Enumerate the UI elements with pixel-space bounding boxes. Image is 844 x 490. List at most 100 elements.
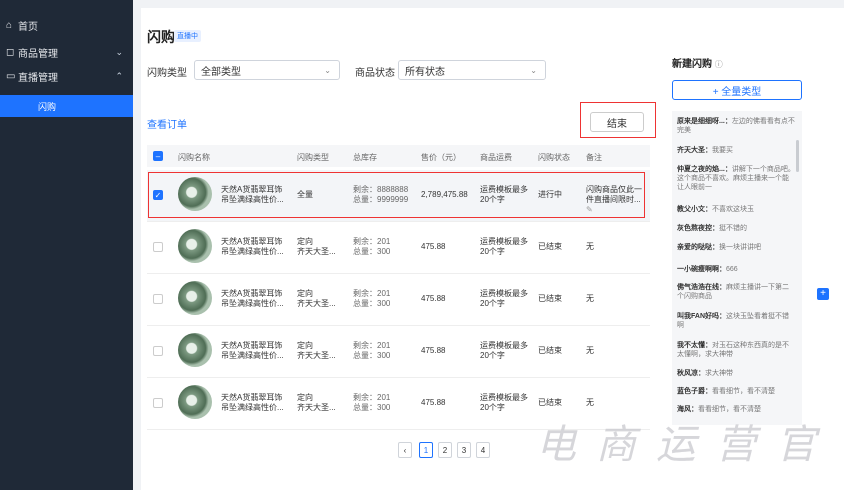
comment-text: 666 — [726, 266, 738, 273]
shipping-line2: 20个字 — [480, 351, 505, 360]
flash-type-line2: 齐天大圣... — [297, 247, 336, 256]
sidebar-item-home[interactable]: ⌂ 首页 — [0, 15, 133, 35]
row-checkbox[interactable] — [153, 294, 163, 304]
stock-remaining: 剩余：201 — [353, 237, 391, 246]
row-checkbox[interactable] — [153, 242, 163, 252]
chevron-down-icon: ⌄ — [530, 65, 537, 75]
product-name-line2: 吊坠满绿高性价... — [221, 299, 284, 308]
price-cell: 475.88 — [421, 242, 446, 251]
sidebar-item-products[interactable]: ◻ 商品管理 ⌄ — [0, 42, 133, 62]
comment-item: 亲爱的哒哒：换一块讲讲吧 — [677, 243, 795, 252]
shipping-line1: 运费模板最多 — [480, 393, 528, 402]
live-status-badge: 直播中 — [174, 30, 201, 42]
product-name[interactable]: 天然A货翡翠耳饰 吊坠满绿高性价... — [221, 341, 284, 361]
product-name[interactable]: 天然A货翡翠耳饰 吊坠满绿高性价... — [221, 289, 284, 309]
comment-item: 一小碗瘦啊啊：666 — [677, 265, 795, 274]
shipping-line1: 运费模板最多 — [480, 289, 528, 298]
comment-user: 齐天大圣： — [677, 147, 712, 154]
product-name-line2: 吊坠满绿高性价... — [221, 351, 284, 360]
selected-row-highlight — [148, 172, 645, 218]
comment-item: 齐天大圣：我要买 — [677, 146, 795, 155]
row-checkbox[interactable] — [153, 346, 163, 356]
end-button[interactable]: 结束 — [590, 112, 644, 132]
home-icon: ⌂ — [6, 19, 13, 31]
sidebar: ⌂ 首页 ◻ 商品管理 ⌄ ▭ 直播管理 ⌃ 闪购 — [0, 0, 133, 490]
product-thumbnail — [178, 333, 212, 367]
price-cell: 475.88 — [421, 346, 446, 355]
product-name-line2: 吊坠满绿高性价... — [221, 403, 284, 412]
new-flash-sale-title: 新建闪购 ⓘ — [672, 55, 723, 70]
row-checkbox[interactable] — [153, 398, 163, 408]
column-header-shipping: 商品运费 — [480, 153, 512, 162]
product-thumbnail — [178, 281, 212, 315]
product-thumbnail — [178, 229, 212, 263]
page-button-2[interactable]: 2 — [438, 442, 452, 458]
comment-user: 教父小文： — [677, 206, 712, 213]
comment-item: 蓝色子爵：看看细节，看不清楚 — [677, 387, 795, 396]
shipping-line1: 运费模板最多 — [480, 341, 528, 350]
flash-type-cell: 定向 齐天大圣... — [297, 289, 336, 309]
column-header-status: 闪购状态 — [538, 153, 570, 162]
stock-cell: 剩余：201 总量：300 — [353, 237, 390, 257]
shipping-line2: 20个字 — [480, 247, 505, 256]
chevron-down-icon: ⌄ — [115, 46, 123, 57]
flash-type-cell: 定向 齐天大圣... — [297, 341, 336, 361]
flash-type-line2: 齐天大圣... — [297, 299, 336, 308]
chevron-left-icon: ‹ — [403, 445, 407, 455]
sidebar-subitem-flash-sale[interactable]: 闪购 — [0, 95, 133, 117]
product-name[interactable]: 天然A货翡翠耳饰 吊坠满绿高性价... — [221, 393, 284, 413]
product-name[interactable]: 天然A货翡翠耳饰 吊坠满绿高性价... — [221, 237, 284, 257]
product-name-line1: 天然A货翡翠耳饰 — [221, 237, 283, 246]
sidebar-item-label: 首页 — [18, 21, 38, 33]
shipping-line1: 运费模板最多 — [480, 237, 528, 246]
stock-total: 总量：300 — [353, 403, 391, 412]
shopping-bag-icon: ◻ — [6, 46, 15, 58]
comment-text: 我要买 — [712, 147, 733, 154]
stock-remaining: 剩余：201 — [353, 393, 391, 402]
stock-remaining: 剩余：201 — [353, 289, 391, 298]
comment-item: 佛气浩浩在线：麻烦主播讲一下第二个闪购商品 — [677, 283, 795, 301]
comment-text: 看看细节，看不清楚 — [712, 388, 775, 395]
product-status-select[interactable]: 所有状态 ⌄ — [398, 60, 546, 80]
page-button-4[interactable]: 4 — [476, 442, 490, 458]
product-thumbnail — [178, 385, 212, 419]
flash-type-value: 全部类型 — [201, 66, 241, 78]
flash-type-line1: 定向 — [297, 237, 313, 246]
select-all-checkbox[interactable]: – — [153, 151, 163, 161]
status-cell: 已结束 — [538, 346, 562, 355]
add-icon[interactable]: + — [817, 288, 829, 300]
note-line1: 无 — [586, 346, 594, 355]
status-cell: 已结束 — [538, 398, 562, 407]
stock-total: 总量：300 — [353, 299, 391, 308]
note-cell: 无 — [586, 398, 644, 408]
view-orders-link[interactable]: 查看订单 — [147, 116, 187, 131]
add-full-type-button[interactable]: + 全量类型 — [672, 80, 802, 100]
comment-item: 叫我FAN好吗：这块玉坠看着挺不错啊 — [677, 312, 795, 330]
product-name-line1: 天然A货翡翠耳饰 — [221, 289, 283, 298]
price-cell: 475.88 — [421, 398, 446, 407]
flash-type-line1: 定向 — [297, 341, 313, 350]
info-icon[interactable]: ⓘ — [715, 60, 723, 69]
flash-type-line1: 定向 — [297, 289, 313, 298]
note-line1: 无 — [586, 294, 594, 303]
flash-type-line2: 齐天大圣... — [297, 403, 336, 412]
comment-user: 蓝色子爵： — [677, 388, 712, 395]
comment-user: 秋风凉： — [677, 370, 705, 377]
prev-page-button[interactable]: ‹ — [398, 442, 412, 458]
page-button-1[interactable]: 1 — [419, 442, 433, 458]
shipping-cell: 运费模板最多 20个字 — [480, 393, 528, 413]
shipping-line2: 20个字 — [480, 403, 505, 412]
stock-total: 总量：300 — [353, 351, 391, 360]
column-header-stock: 总库存 — [353, 153, 377, 162]
flash-type-select[interactable]: 全部类型 ⌄ — [194, 60, 340, 80]
flash-type-line2: 齐天大圣... — [297, 351, 336, 360]
column-header-type: 闪购类型 — [297, 153, 329, 162]
sidebar-item-live[interactable]: ▭ 直播管理 ⌃ — [0, 66, 133, 86]
page-button-3[interactable]: 3 — [457, 442, 471, 458]
stock-cell: 剩余：201 总量：300 — [353, 289, 390, 309]
shipping-cell: 运费模板最多 20个字 — [480, 237, 528, 257]
note-line1: 无 — [586, 242, 594, 251]
note-line1: 无 — [586, 398, 594, 407]
comment-scrollbar[interactable] — [796, 140, 799, 172]
stock-total: 总量：300 — [353, 247, 391, 256]
